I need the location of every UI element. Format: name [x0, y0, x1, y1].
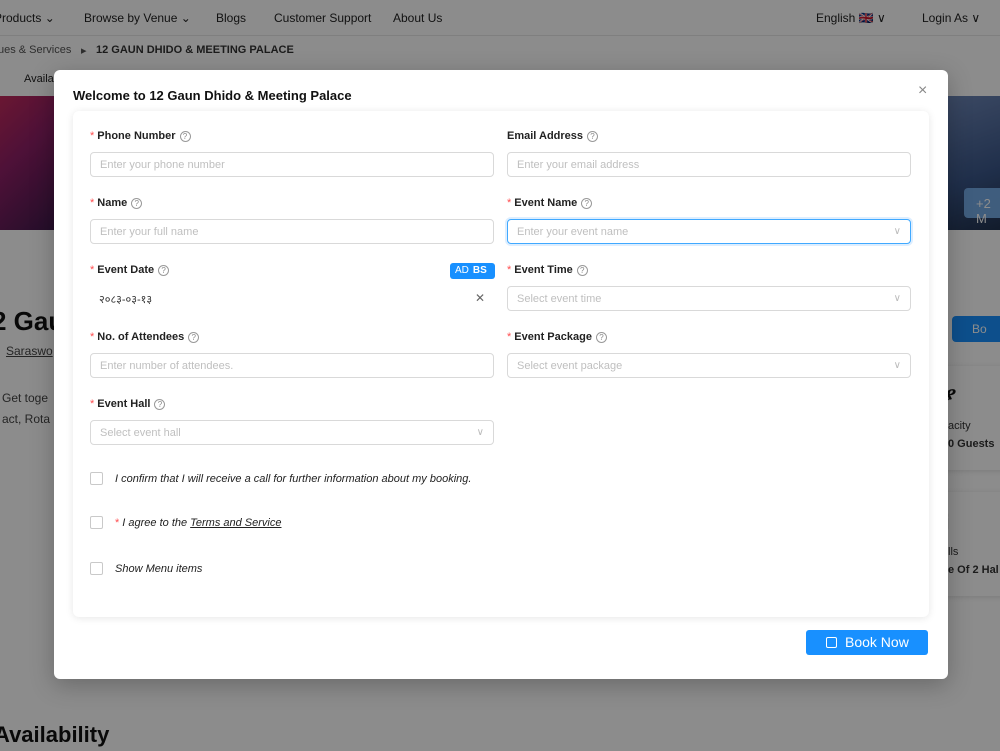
phone-label: * Phone Number?	[90, 130, 191, 142]
event-hall-placeholder: Select event hall	[100, 427, 181, 439]
help-icon[interactable]: ?	[131, 198, 143, 209]
event-time-select[interactable]: Select event time ∨	[507, 286, 911, 311]
show-menu-label: Show Menu items	[115, 563, 203, 575]
book-now-button[interactable]: Book Now	[806, 630, 928, 655]
email-input[interactable]: Enter your email address	[507, 152, 911, 177]
help-icon[interactable]: ?	[158, 265, 170, 276]
event-date-label: * Event Date?	[90, 264, 170, 276]
event-date-value: २०८३-०३-१३	[99, 294, 153, 306]
chevron-down-icon: ∨	[893, 226, 901, 237]
help-icon[interactable]: ?	[154, 399, 166, 410]
event-time-label: * Event Time?	[507, 264, 588, 276]
event-name-placeholder: Enter your event name	[517, 226, 629, 238]
event-date-picker[interactable]: २०८३-०३-१३ ✕	[90, 286, 494, 311]
help-icon[interactable]: ?	[188, 332, 200, 343]
help-icon[interactable]: ?	[576, 265, 588, 276]
booking-modal: Welcome to 12 Gaun Dhido & Meeting Palac…	[54, 70, 948, 679]
help-icon[interactable]: ?	[595, 332, 607, 343]
clear-icon[interactable]: ✕	[475, 291, 485, 305]
help-icon[interactable]: ?	[587, 131, 599, 142]
modal-title: Welcome to 12 Gaun Dhido & Meeting Palac…	[73, 88, 352, 103]
terms-link[interactable]: Terms and Service	[190, 517, 281, 529]
name-label: * Name?	[90, 197, 143, 209]
event-package-label: * Event Package?	[507, 331, 607, 343]
event-time-placeholder: Select event time	[517, 293, 602, 305]
event-hall-select[interactable]: Select event hall ∨	[90, 420, 494, 445]
help-icon[interactable]: ?	[179, 131, 191, 142]
confirm-call-label: I confirm that I will receive a call for…	[115, 473, 472, 485]
help-icon[interactable]: ?	[581, 198, 593, 209]
event-package-select[interactable]: Select event package ∨	[507, 353, 911, 378]
chevron-down-icon: ∨	[893, 360, 901, 371]
event-hall-label: * Event Hall?	[90, 398, 166, 410]
chevron-down-icon: ∨	[893, 293, 901, 304]
event-package-placeholder: Select event package	[517, 360, 623, 372]
email-label: Email Address?	[507, 130, 599, 142]
book-now-label: Book Now	[845, 634, 909, 650]
attendees-label: * No. of Attendees?	[90, 331, 200, 343]
event-name-select[interactable]: Enter your event name ∨	[507, 219, 911, 244]
toggle-bs[interactable]: BS	[473, 265, 487, 276]
agree-terms-label: * I agree to the Terms and Service	[115, 517, 282, 529]
chevron-down-icon: ∨	[476, 427, 484, 438]
agree-terms-checkbox[interactable]	[90, 516, 103, 529]
close-icon[interactable]: ×	[918, 82, 927, 100]
booking-form: * Phone Number? Enter your phone number E…	[73, 111, 929, 617]
event-name-label: * Event Name?	[507, 197, 593, 209]
confirm-call-checkbox[interactable]	[90, 472, 103, 485]
phone-input[interactable]: Enter your phone number	[90, 152, 494, 177]
save-icon	[826, 637, 837, 648]
toggle-ad[interactable]: AD	[455, 265, 469, 276]
show-menu-checkbox[interactable]	[90, 562, 103, 575]
calendar-type-toggle[interactable]: AD BS	[450, 263, 495, 279]
attendees-input[interactable]: Enter number of attendees.	[90, 353, 494, 378]
name-input[interactable]: Enter your full name	[90, 219, 494, 244]
